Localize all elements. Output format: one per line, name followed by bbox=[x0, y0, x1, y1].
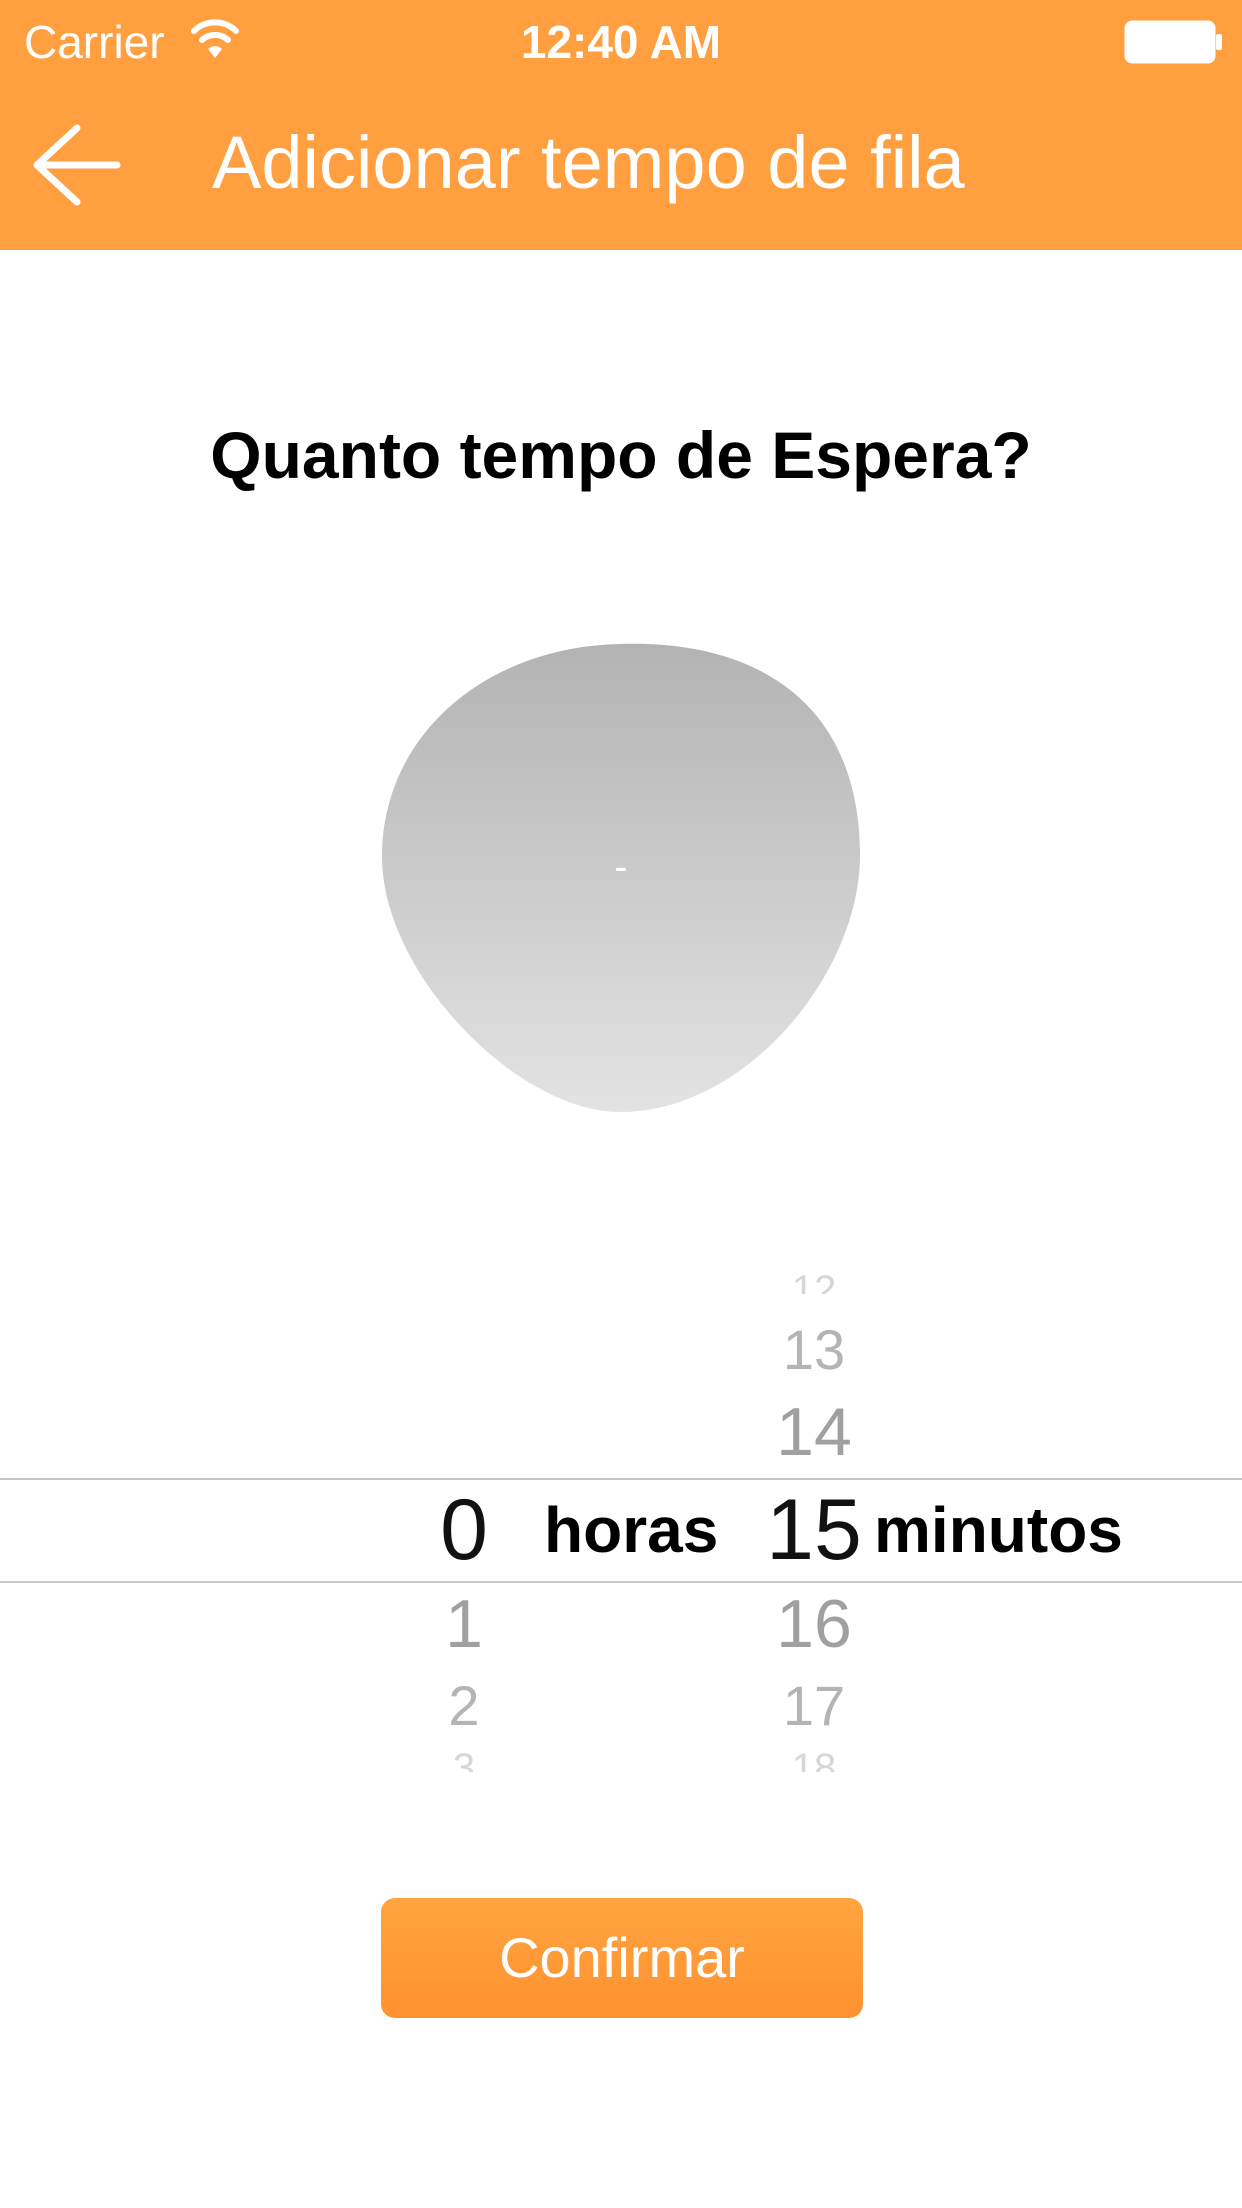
back-button[interactable] bbox=[20, 110, 130, 220]
minutes-unit-label: minutos bbox=[874, 1494, 1123, 1566]
battery-icon bbox=[1124, 20, 1222, 64]
minutes-option[interactable]: 12 bbox=[744, 1270, 884, 1294]
minutes-option[interactable]: 13 bbox=[744, 1322, 884, 1378]
hours-unit-label: horas bbox=[544, 1494, 719, 1566]
hours-selected[interactable]: 0 bbox=[404, 1487, 524, 1573]
hours-option[interactable]: 3 bbox=[404, 1748, 524, 1772]
wait-time-value: - bbox=[614, 845, 628, 889]
confirm-button[interactable]: Confirmar bbox=[381, 1898, 863, 2018]
arrow-left-icon bbox=[33, 124, 121, 206]
minutes-option[interactable]: 16 bbox=[744, 1590, 884, 1658]
picker-selection-top-line bbox=[0, 1478, 1242, 1480]
navigation-header: Carrier 12:40 AM Adicionar tempo de fila bbox=[0, 0, 1242, 250]
minutes-option[interactable]: 17 bbox=[744, 1678, 884, 1734]
wait-time-question: Quanto tempo de Espera? bbox=[210, 418, 1032, 492]
minutes-selected[interactable]: 15 bbox=[744, 1487, 884, 1573]
picker-selection-bottom-line bbox=[0, 1581, 1242, 1583]
page-title: Adicionar tempo de fila bbox=[212, 121, 965, 204]
time-picker[interactable]: 0123 horas 14 13 12 15 16 17 18 minutos bbox=[0, 1270, 1242, 1790]
minutes-option[interactable]: 14 bbox=[744, 1398, 884, 1466]
minutes-option[interactable]: 18 bbox=[744, 1748, 884, 1772]
hours-option[interactable]: 2 bbox=[404, 1678, 524, 1734]
hours-option[interactable]: 1 bbox=[404, 1590, 524, 1658]
status-time: 12:40 AM bbox=[520, 16, 722, 68]
